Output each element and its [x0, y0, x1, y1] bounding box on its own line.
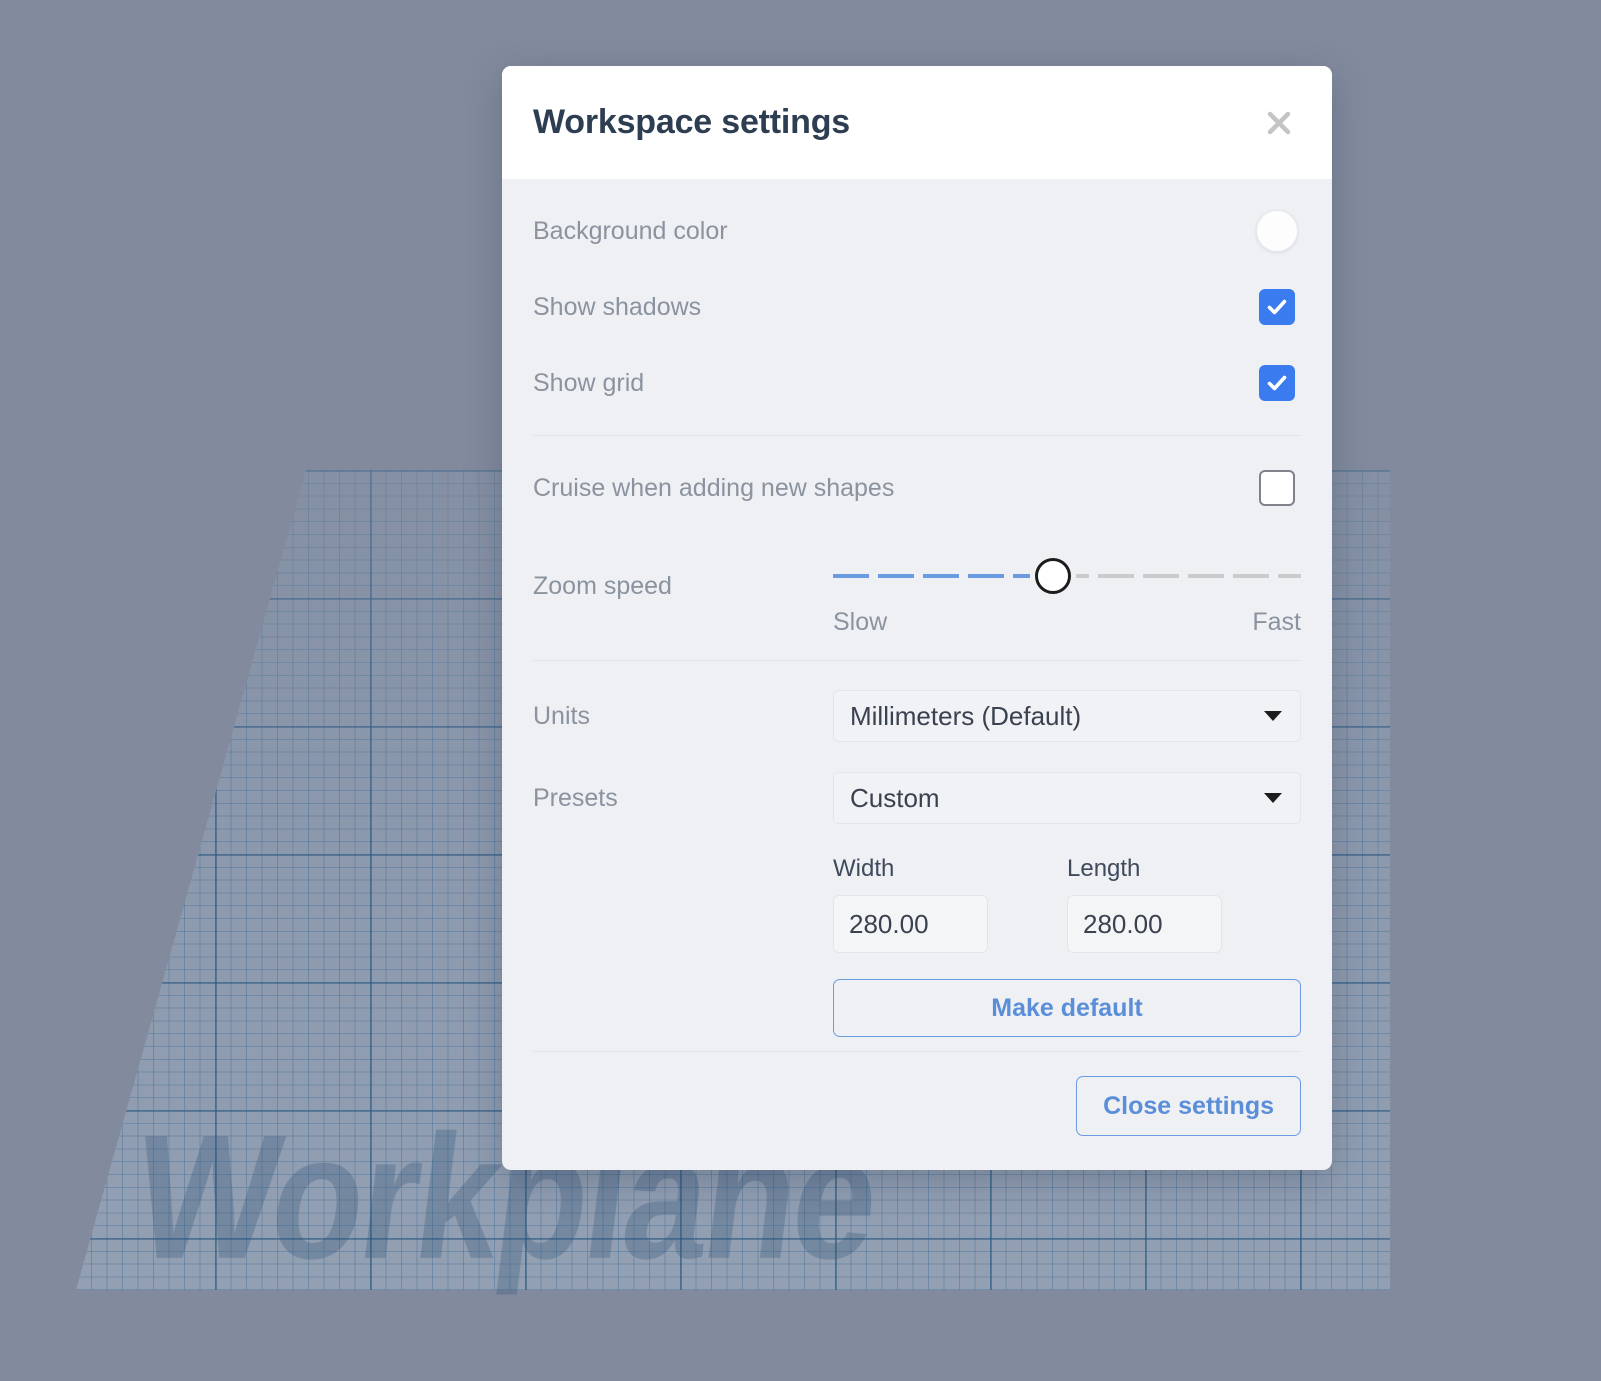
length-column: Length [1067, 855, 1301, 953]
make-default-button[interactable]: Make default [833, 979, 1301, 1037]
setting-row-zoom-speed: Zoom speed Slow Fast [533, 526, 1301, 646]
units-select[interactable]: Millimeters (Default) [833, 690, 1301, 742]
slider-max-label: Fast [1252, 608, 1301, 636]
check-icon [1265, 295, 1289, 319]
width-input[interactable] [833, 895, 988, 953]
cruise-label: Cruise when adding new shapes [533, 473, 895, 502]
check-icon [1265, 371, 1289, 395]
page-title: Workspace settings [533, 103, 850, 141]
close-icon [1264, 108, 1294, 138]
width-column: Width [833, 855, 1067, 953]
length-input[interactable] [1067, 895, 1222, 953]
show-grid-label: Show grid [533, 368, 645, 397]
slider-track-filled [833, 574, 1053, 578]
dimension-inputs: Width Length [833, 855, 1301, 953]
dimensions-section: Units Millimeters (Default) Presets Cust… [533, 661, 1301, 1051]
presets-label: Presets [533, 783, 618, 812]
presets-field: Custom [833, 772, 1301, 824]
zoom-speed-slider[interactable]: Slow Fast [833, 544, 1301, 637]
units-field: Millimeters (Default) [833, 690, 1301, 742]
width-label: Width [833, 855, 895, 882]
slider-min-label: Slow [833, 608, 888, 636]
dialog-footer: Close settings [533, 1052, 1301, 1170]
app-root: Workplane Workspace settings Background … [0, 0, 1601, 1381]
setting-row-show-grid: Show grid [533, 345, 1301, 421]
background-color-swatch[interactable] [1256, 210, 1298, 252]
chevron-down-icon [1264, 711, 1282, 721]
chevron-down-icon [1264, 793, 1282, 803]
show-shadows-checkbox[interactable] [1259, 289, 1295, 325]
show-grid-checkbox[interactable] [1259, 365, 1295, 401]
setting-row-cruise: Cruise when adding new shapes [533, 450, 1301, 526]
slider-thumb[interactable] [1034, 558, 1071, 594]
dialog-body: Background color Show shadows Show grid … [502, 179, 1332, 1170]
workspace-settings-dialog: Workspace settings Background color Show… [502, 66, 1332, 1170]
dialog-header: Workspace settings [502, 66, 1332, 179]
setting-row-units: Units Millimeters (Default) [533, 675, 1301, 757]
units-label: Units [533, 701, 590, 730]
setting-row-background-color: Background color [533, 193, 1301, 269]
close-dialog-button[interactable] [1256, 100, 1302, 146]
slider-legend: Slow Fast [833, 608, 1301, 637]
navigation-section: Cruise when adding new shapes Zoom speed… [533, 436, 1301, 660]
show-shadows-label: Show shadows [533, 292, 702, 321]
setting-row-dimensions: Width Length Make default [533, 839, 1301, 1037]
cruise-checkbox[interactable] [1259, 470, 1295, 506]
slider-track-remaining [1052, 574, 1301, 578]
slider-track-wrap [833, 558, 1301, 594]
presets-select[interactable]: Custom [833, 772, 1301, 824]
length-label: Length [1067, 855, 1141, 882]
appearance-section: Background color Show shadows Show grid [533, 179, 1301, 435]
dimensions-field: Width Length Make default [833, 839, 1301, 1037]
presets-select-value: Custom [850, 782, 940, 813]
close-settings-button[interactable]: Close settings [1076, 1076, 1301, 1136]
setting-row-presets: Presets Custom [533, 757, 1301, 839]
zoom-speed-label: Zoom speed [533, 572, 672, 600]
background-color-label: Background color [533, 216, 728, 245]
units-select-value: Millimeters (Default) [850, 700, 1082, 731]
setting-row-show-shadows: Show shadows [533, 269, 1301, 345]
